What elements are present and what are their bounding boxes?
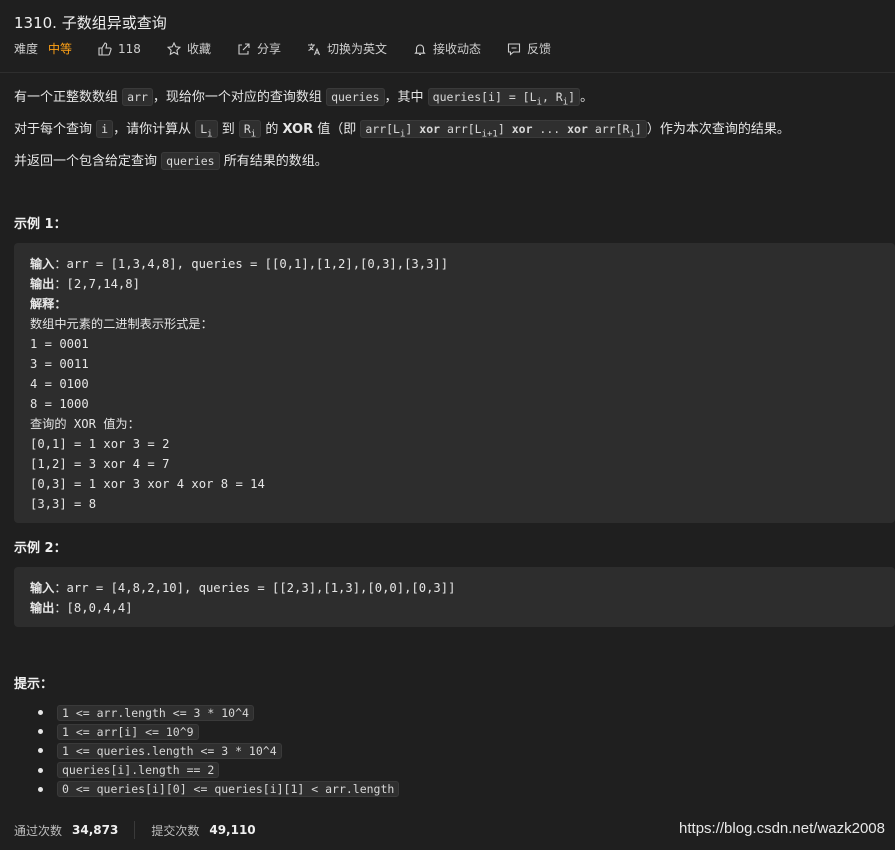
like-button[interactable]: 118 [98, 42, 141, 56]
difficulty-label: 难度 [14, 42, 39, 56]
hints-heading: 提示： [14, 677, 54, 692]
difficulty-badge: 中等 [48, 42, 73, 56]
example-1-input: 输入：arr = [1,3,4,8], queries = [[0,1],[1,… [30, 257, 449, 271]
share-button[interactable]: 分享 [237, 40, 281, 57]
hint-item: 1 <= queries.length <= 3 * 10^4 [14, 741, 399, 760]
notify-button[interactable]: 接收动态 [413, 40, 481, 57]
accepted-count: 34,873 [72, 823, 119, 837]
description-line-1: 有一个正整数数组 arr ，现给你一个对应的查询数组 queries ，其中 que… [14, 88, 594, 108]
feedback-label: 反馈 [527, 42, 552, 56]
example-1-explain-line: 3 = 0011 [30, 357, 89, 371]
example-1-explain-line: 8 = 1000 [30, 397, 89, 411]
example-2-heading: 示例 2： [14, 541, 67, 556]
example-1-explain-line: 查询的 XOR 值为： [30, 417, 140, 431]
watermark: https://blog.csdn.net/wazk2008 [679, 820, 885, 837]
hint-item: 1 <= arr[i] <= 10^9 [14, 722, 399, 741]
header-divider [0, 72, 895, 73]
star-icon [166, 41, 181, 56]
feedback-icon [507, 42, 521, 56]
example-1-explain-line: 1 = 0001 [30, 337, 89, 351]
example-2-input: 输入：arr = [4,8,2,10], queries = [[2,3],[1… [30, 581, 456, 595]
accepted-label: 通过次数 [14, 823, 63, 838]
problem-title: 1310. 子数组异或查询 [14, 14, 167, 32]
example-1-explain-line: [1,2] = 3 xor 4 = 7 [30, 457, 170, 471]
hints-list: 1 <= arr.length <= 3 * 10^4 1 <= arr[i] … [14, 703, 400, 799]
favorite-button[interactable]: 收藏 [166, 40, 211, 57]
example-1-output: 输出：[2,7,14,8] [30, 277, 140, 291]
stats-divider [134, 821, 136, 839]
stats-footer: 通过次数 34,873 提交次数 49,110 [14, 821, 256, 839]
switch-language-label: 切换为英文 [326, 42, 387, 56]
submissions-label: 提交次数 [151, 823, 200, 838]
submissions-count: 49,110 [209, 823, 256, 837]
thumbs-up-icon [98, 41, 112, 56]
hint-item: 0 <= queries[i][0] <= queries[i][1] < ar… [14, 780, 400, 799]
example-1-explain-line: [0,3] = 1 xor 3 xor 4 xor 8 = 14 [30, 477, 265, 491]
example-2-output: 输出：[8,0,4,4] [30, 601, 133, 615]
example-1-heading: 示例 1： [14, 217, 67, 232]
hint-item: 1 <= arr.length <= 3 * 10^4 [14, 703, 399, 722]
example-1-explain-line: 数组中元素的二进制表示形式是： [30, 317, 213, 331]
example-1-explain-line: [0,1] = 1 xor 3 = 2 [30, 437, 170, 451]
hint-item: queries[i].length == 2 [14, 761, 399, 780]
notify-label: 接收动态 [432, 42, 481, 56]
favorite-label: 收藏 [186, 42, 211, 56]
translate-icon [307, 42, 321, 56]
description-line-3: 并返回一个包含给定查询 queries 所有结果的数组。 [14, 152, 328, 170]
feedback-button[interactable]: 反馈 [507, 40, 551, 57]
example-1-explain-label: 解释： [30, 297, 67, 311]
like-count: 118 [118, 41, 141, 56]
problem-meta-bar: 难度 中等 118 收藏 分享 切换为英文 接收动态 反馈 [14, 40, 577, 57]
example-1-explain-line: 4 = 0100 [30, 377, 89, 391]
share-label: 分享 [256, 42, 281, 56]
share-icon [237, 42, 251, 56]
example-1-block: 输入：arr = [1,3,4,8], queries = [[0,1],[1,… [14, 243, 895, 523]
description-line-2: 对于每个查询 i ，请你计算从 Li 到 Ri 的 XOR 值（即 arr[Li]… [14, 120, 790, 140]
bell-icon [413, 42, 427, 56]
example-2-block: 输入：arr = [4,8,2,10], queries = [[2,3],[1… [14, 567, 895, 627]
switch-language-button[interactable]: 切换为英文 [307, 40, 387, 57]
example-1-explain-line: [3,3] = 8 [30, 497, 97, 511]
